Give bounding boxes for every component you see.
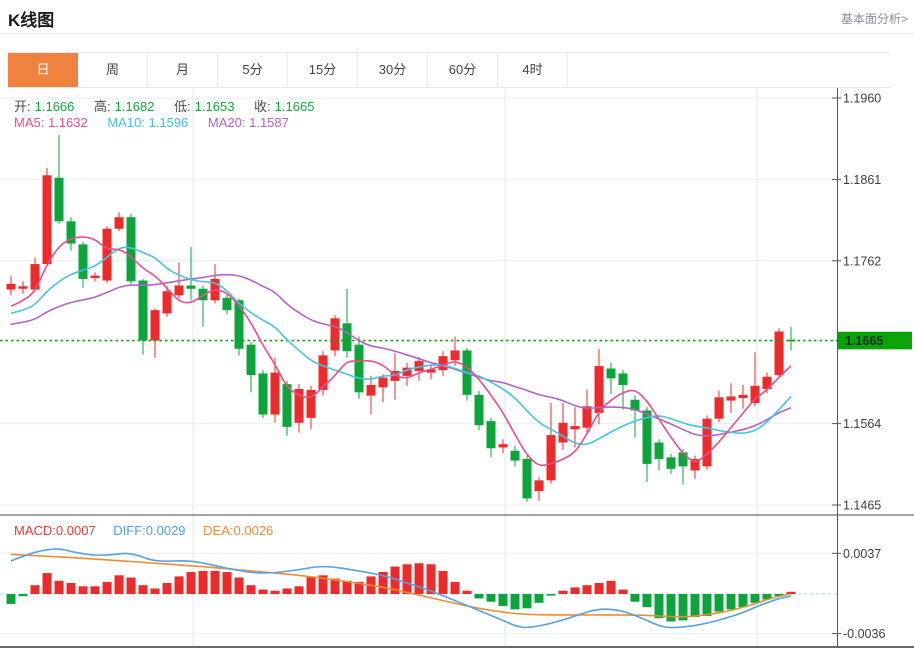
kline-app: K线图 基本面分析> 日 周 月 5分 15分 30分 60分 4时 开: 1.1… <box>0 0 914 649</box>
svg-text:1.1465: 1.1465 <box>843 499 881 513</box>
ma-row: MA5: 1.1632 MA10: 1.1596 MA20: 1.1587 <box>14 115 293 130</box>
svg-text:-0.0036: -0.0036 <box>843 627 885 641</box>
macd-value: MACD:0.0007 <box>14 523 96 538</box>
low-label: 低: <box>174 99 191 114</box>
svg-text:0.0037: 0.0037 <box>843 547 881 561</box>
ma10-value: MA10: 1.1596 <box>107 115 189 130</box>
high-label: 高: <box>94 99 111 114</box>
svg-text:1.1861: 1.1861 <box>843 173 881 187</box>
ma20-value: MA20: 1.1587 <box>207 115 289 130</box>
svg-text:1.1960: 1.1960 <box>843 92 881 106</box>
ohlc-row: 开: 1.1666 高: 1.1682 低: 1.1653 收: 1.1665 <box>14 96 330 115</box>
open-value: 1.1666 <box>34 99 75 114</box>
low-value: 1.1653 <box>194 99 235 114</box>
svg-text:1.1762: 1.1762 <box>843 254 881 268</box>
close-label: 收: <box>254 99 271 114</box>
ma5-value: MA5: 1.1632 <box>14 115 88 130</box>
svg-text:1.1665: 1.1665 <box>845 334 883 348</box>
dea-value: DEA:0.0026 <box>203 523 274 538</box>
high-value: 1.1682 <box>114 99 155 114</box>
svg-text:1.1564: 1.1564 <box>843 417 881 431</box>
close-value: 1.1665 <box>274 99 315 114</box>
open-label: 开: <box>14 99 31 114</box>
diff-value: DIFF:0.0029 <box>113 523 186 538</box>
macd-row: MACD:0.0007 DIFF:0.0029 DEA:0.0026 <box>14 523 277 538</box>
